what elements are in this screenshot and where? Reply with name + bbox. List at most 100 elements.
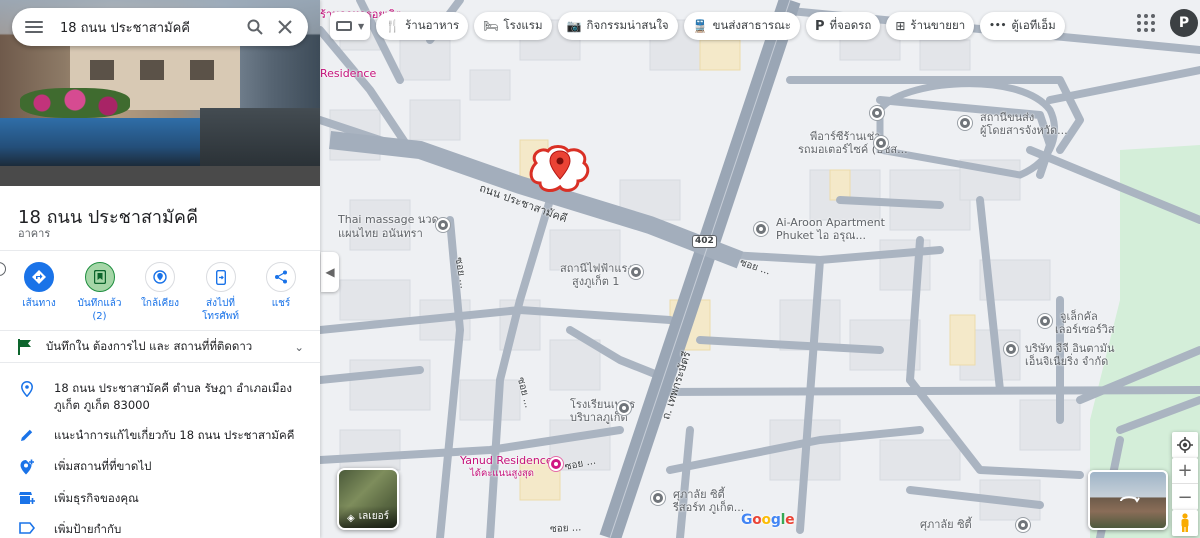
close-icon[interactable] — [270, 12, 300, 42]
chevron-down-icon: ▼ — [358, 21, 365, 31]
map-label-showroom-1[interactable]: พีอาร์ซีร้านเช่า — [810, 130, 880, 143]
account-avatar[interactable]: P — [1170, 9, 1198, 37]
poi-yanud-hotel-icon[interactable] — [549, 457, 563, 471]
add-label-row[interactable]: เพิ่มป้ายกำกับ — [18, 521, 308, 538]
poi-station-icon[interactable] — [629, 265, 643, 279]
flag-icon — [18, 339, 31, 355]
poi-showroom-icon[interactable] — [874, 136, 888, 150]
map-label-residence[interactable]: Residence — [320, 67, 376, 80]
category-chips-bar: ▼ 🍴 ร้านอาหาร 🛏 โรงแรม 📷 กิจกรรมน่าสนใจ 🚆 ขน… — [330, 12, 1065, 40]
menu-button[interactable] — [22, 15, 46, 39]
parking-icon: P — [814, 18, 825, 34]
address-text: 18 ถนน ประชาสามัคคี ตำบล รัษฎา อำเภอเมือ… — [54, 381, 292, 412]
poi-ai-aroon-icon[interactable] — [754, 222, 768, 236]
send-to-phone-icon — [215, 269, 226, 285]
pegman-icon — [1181, 513, 1189, 532]
map-label-showroom-2[interactable]: รถมอเตอร์ไซค์ (บชส... — [798, 143, 908, 156]
chip-restaurants[interactable]: 🍴 ร้านอาหาร — [376, 12, 469, 40]
chip-pharmacies[interactable]: ⊞ ร้านขายยา — [886, 12, 975, 40]
chip-hotels[interactable]: 🛏 โรงแรม — [474, 12, 552, 40]
chip-atms[interactable]: ••• ตู้เอทีเอ็ม — [980, 12, 1065, 40]
saved-button[interactable]: บันทึกแล้ว (2) — [71, 262, 129, 323]
map-label-yanud-1[interactable]: Yanud Residence — [460, 454, 553, 467]
pencil-icon — [18, 428, 36, 442]
map-label-ai-aroon-2[interactable]: Phuket ไอ อรุณ... — [776, 229, 866, 242]
map-label-station-1[interactable]: สถานีไฟฟ้าแรง — [560, 262, 633, 275]
map-label-jewelry-1[interactable]: จูเล็กคัล — [1060, 310, 1098, 323]
restaurant-icon: 🍴 — [385, 19, 401, 33]
map-label-yanud-2: ได้คะแนนสูงสุด — [470, 468, 534, 479]
map-label-company-1[interactable]: บริษัท จีจี อินตามัน — [1025, 342, 1115, 355]
chip-things-to-do[interactable]: 📷 กิจกรรมน่าสนใจ — [557, 12, 678, 40]
google-apps-icon[interactable] — [1136, 13, 1156, 33]
saved-lists-row[interactable]: บันทึกใน ต้องการไป และ สถานที่ที่ติดดาว … — [18, 338, 304, 356]
map-label-court-bottom[interactable]: ศุภาลัย ซิตี้ — [920, 518, 972, 531]
map-label-court-1[interactable]: ศุภาลัย ซิตี้ — [673, 488, 725, 501]
nearby-button[interactable]: ใกล้เคียง — [131, 262, 189, 323]
poi-court-bottom-icon[interactable] — [1016, 518, 1030, 532]
add-business-row[interactable]: เพิ่มธุรกิจของคุณ — [18, 490, 308, 507]
bookmark-icon — [93, 270, 106, 284]
map-label-transport-1[interactable]: สถานีขนส่ง — [980, 111, 1034, 124]
keyboard-icon — [336, 21, 352, 31]
layers-label: เลเยอร์ — [358, 511, 389, 522]
road-label-soi-bottom: ซอย ... — [549, 522, 582, 535]
zoom-controls: + − — [1172, 458, 1198, 510]
google-logo: Google — [741, 512, 795, 528]
search-input[interactable] — [46, 19, 240, 35]
add-business-icon — [18, 491, 36, 505]
pegman-button[interactable] — [1172, 510, 1198, 536]
add-missing-place-row[interactable]: เพิ่มสถานที่ที่ขาดไป — [18, 458, 308, 475]
poi-bus-stop-icon[interactable] — [870, 106, 884, 120]
poi-company-icon[interactable] — [1004, 342, 1018, 356]
label-icon — [18, 522, 36, 534]
location-marker-icon — [18, 381, 36, 397]
poi-transport-icon[interactable] — [958, 116, 972, 130]
rotate-360-icon — [1120, 496, 1140, 503]
location-pin-icon[interactable] — [549, 150, 571, 180]
collapse-panel-button[interactable]: ◀ — [321, 252, 339, 292]
layers-button[interactable]: ◈ เลเยอร์ — [337, 468, 399, 530]
search-box — [12, 8, 308, 46]
share-icon — [275, 270, 287, 284]
poi-school-icon[interactable] — [617, 401, 631, 415]
atm-icon: ••• — [989, 21, 1007, 31]
route-shield: 402 — [692, 235, 717, 248]
address-row[interactable]: 18 ถนน ประชาสามัคคี ตำบล รัษฎา อำเภอเมือ… — [18, 380, 308, 414]
my-location-button[interactable] — [1172, 432, 1198, 458]
zoom-out-button[interactable]: − — [1172, 484, 1198, 510]
map-label-thai-massage-1[interactable]: Thai massage นวด — [338, 213, 439, 226]
layers-icon: ◈ — [347, 513, 355, 524]
map-label-station-2[interactable]: สูงภูเก็ต 1 — [572, 275, 619, 288]
map-label-ai-aroon-1[interactable]: Ai-Aroon Apartment — [776, 216, 885, 229]
map-label-transport-2[interactable]: ผู้โดยสารจังหวัด... — [980, 124, 1068, 137]
map-label-court-2[interactable]: รีสอร์ท ภูเก็ต... — [673, 501, 744, 514]
search-icon[interactable] — [240, 12, 270, 42]
chip-transit[interactable]: 🚆 ขนส่งสาธารณะ — [683, 12, 800, 40]
street-view-thumbnail[interactable] — [1088, 470, 1168, 530]
my-location-icon — [1177, 437, 1193, 453]
map-label-jewelry-2[interactable]: เลอร์เซอร์วิส — [1055, 323, 1115, 336]
suggest-edit-row[interactable]: แนะนำการแก้ไขเกี่ยวกับ 18 ถนน ประชาสามัค… — [18, 427, 308, 444]
directions-button[interactable]: เส้นทาง — [10, 262, 68, 323]
camera-icon: 📷 — [566, 19, 582, 33]
chevron-left-icon: ◀ — [325, 265, 335, 279]
send-to-phone-button[interactable]: ส่งไปที่โทรศัพท์ — [192, 262, 250, 323]
chip-parking[interactable]: P ที่จอดรถ — [805, 12, 881, 40]
place-details-panel: 18 ถนน ประชาสามัคคี อาคาร เส้นทาง บันทึก… — [0, 0, 320, 538]
hotel-icon: 🛏 — [483, 19, 499, 33]
nearby-icon — [153, 270, 167, 284]
map-type-toggle[interactable]: ▼ — [330, 12, 371, 40]
poi-jewelry-icon[interactable] — [1038, 314, 1052, 328]
map-canvas[interactable]: ร้านอาหารอยเอิต Residence Thai massage น… — [320, 0, 1200, 538]
poi-thai-massage-icon[interactable] — [436, 218, 450, 232]
map-label-thai-massage-2[interactable]: แผนไทย อนันทรา — [338, 227, 423, 240]
poi-court-icon[interactable] — [651, 491, 665, 505]
place-type[interactable]: อาคาร — [18, 224, 50, 242]
chevron-down-icon: ⌄ — [294, 340, 304, 354]
add-location-icon — [18, 459, 36, 475]
action-buttons: เส้นทาง บันทึกแล้ว (2) ใกล้เคียง ส่งไปที… — [10, 262, 310, 323]
map-label-company-2[interactable]: เอ็นจิเนียริ่ง จำกัด — [1025, 355, 1108, 368]
zoom-in-button[interactable]: + — [1172, 458, 1198, 484]
share-button[interactable]: แชร์ — [252, 262, 310, 323]
